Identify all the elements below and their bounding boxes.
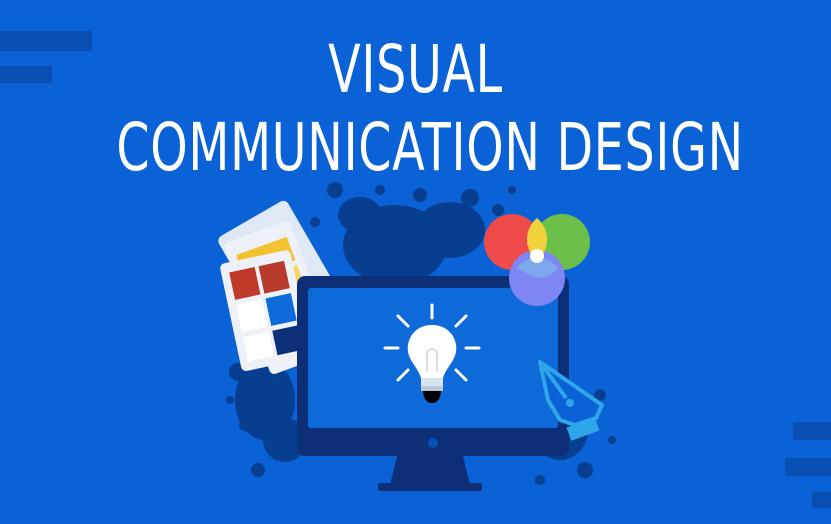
banner: VISUAL COMMUNICATION DESIGN bbox=[0, 0, 831, 524]
title-line-2: COMMUNICATION DESIGN bbox=[116, 109, 744, 186]
title-line-1: VISUAL bbox=[328, 31, 503, 108]
